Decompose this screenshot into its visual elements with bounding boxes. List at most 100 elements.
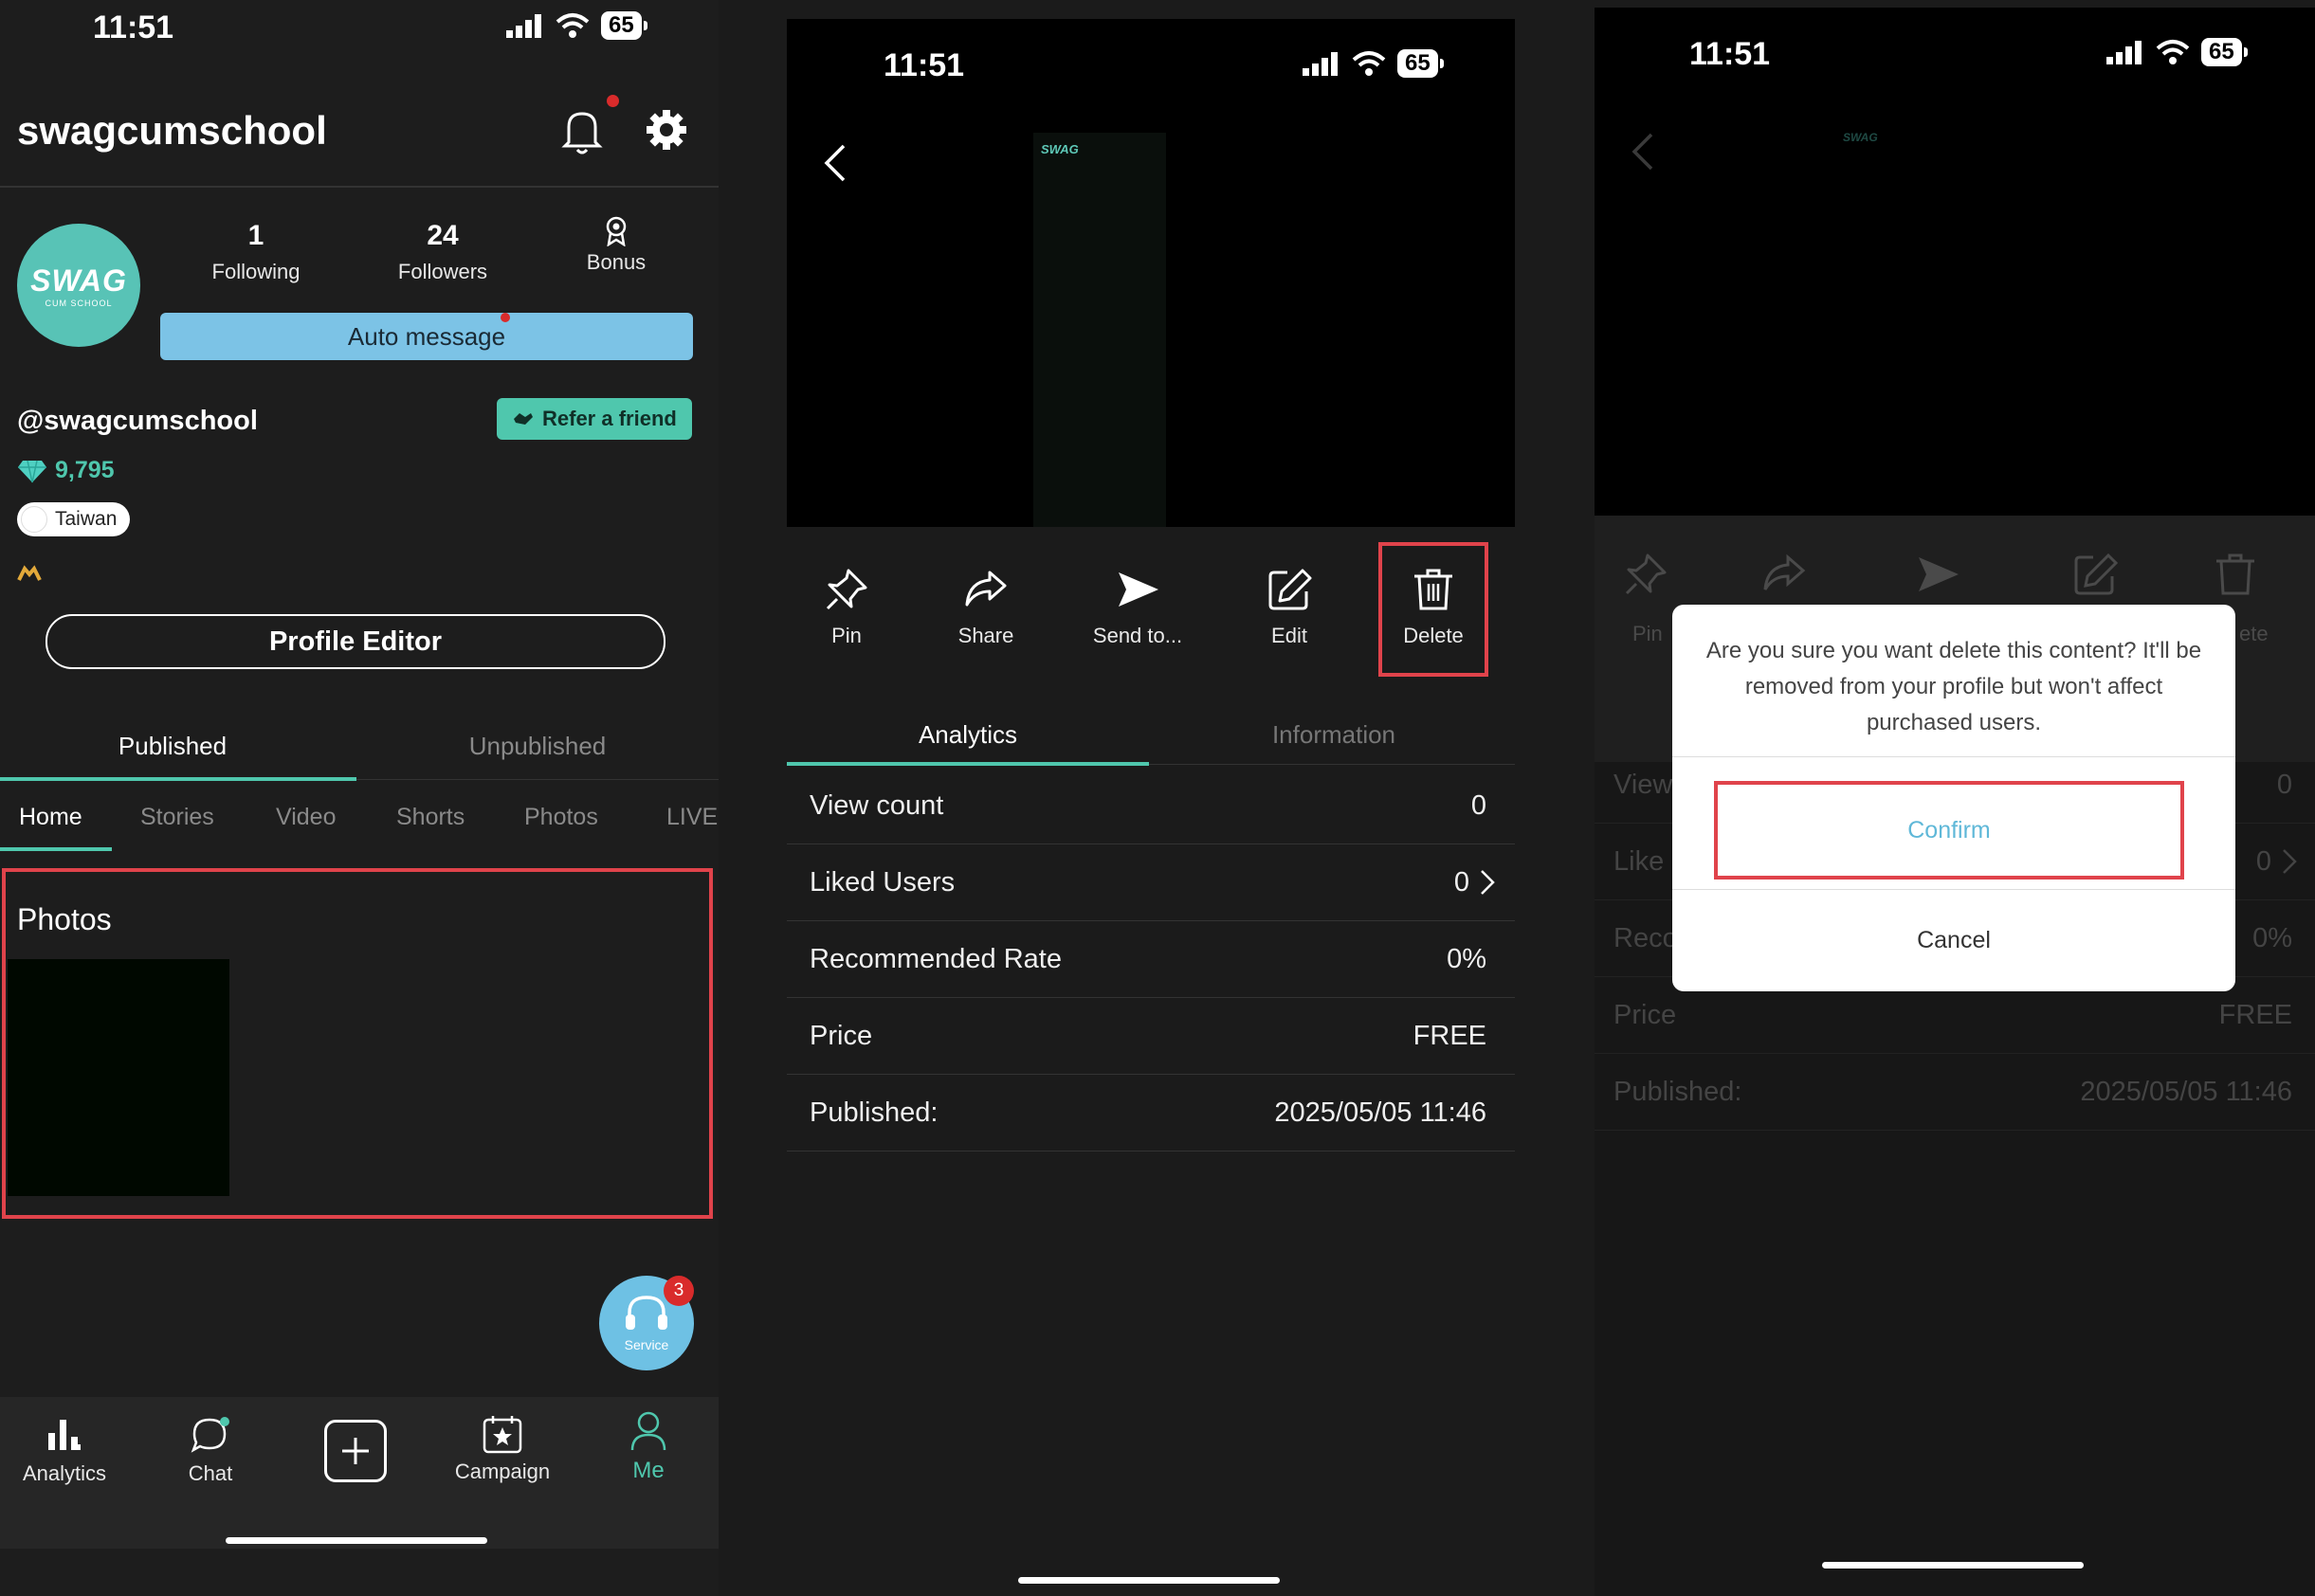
row-value: 2025/05/05 11:46 <box>2080 1076 2292 1107</box>
settings-gear-icon[interactable] <box>645 108 688 152</box>
row-published: Published: 2025/05/05 11:46 <box>787 1075 1515 1152</box>
media-watermark: SWAG <box>1041 142 1079 156</box>
row-liked-users[interactable]: Liked Users 0 <box>787 844 1515 921</box>
auto-message-button[interactable]: Auto message <box>160 313 693 360</box>
nav-analytics[interactable]: Analytics <box>17 1416 112 1486</box>
diamond-icon <box>18 460 46 482</box>
chevron-right-icon <box>2283 849 2297 874</box>
avatar-logo-subtext: CUM SCHOOL <box>45 298 113 308</box>
home-indicator <box>1822 1562 2084 1569</box>
content-detail-screen: SWAG 11:51 65 Pin Share Send to... Edit … <box>787 19 1515 1596</box>
pin-label: Pin <box>1632 622 1663 645</box>
tab-unpublished[interactable]: Unpublished <box>370 732 705 761</box>
row-price: Price FREE <box>787 998 1515 1075</box>
bonus-label: Bonus <box>586 250 647 274</box>
published-tab-indicator <box>0 777 356 781</box>
tab-published[interactable]: Published <box>0 732 345 761</box>
following-count: 1 <box>247 220 264 251</box>
subtab-shorts[interactable]: Shorts <box>396 804 465 831</box>
send-to-action[interactable]: Send to... <box>1071 567 1204 648</box>
subtab-home[interactable]: Home <box>19 804 82 831</box>
bottom-nav: Analytics Chat Campaign Me <box>0 1397 719 1549</box>
edit-label: Edit <box>1271 624 1307 647</box>
row-label: Published: <box>810 1097 939 1128</box>
share-action[interactable]: Share <box>929 567 1043 648</box>
dialog-divider <box>1672 756 2235 757</box>
row-value: FREE <box>1413 1020 1486 1051</box>
send-icon <box>1915 552 1960 597</box>
nav-add-button[interactable] <box>324 1420 387 1482</box>
row-recommended-rate: Recommended Rate 0% <box>787 921 1515 998</box>
nav-chat[interactable]: Chat <box>163 1416 258 1486</box>
row-label: View <box>1613 769 1673 800</box>
delete-label: Delete <box>1403 624 1464 647</box>
nav-campaign[interactable]: Campaign <box>446 1414 559 1484</box>
add-square-icon <box>342 1438 369 1464</box>
user-handle: @swagcumschool <box>17 406 258 436</box>
home-indicator <box>226 1537 487 1544</box>
subtab-stories[interactable]: Stories <box>140 804 214 831</box>
nav-analytics-label: Analytics <box>22 1461 107 1485</box>
back-chevron-icon[interactable] <box>821 142 849 184</box>
wifi-icon <box>1352 51 1386 76</box>
row-value: 0% <box>1447 943 1486 974</box>
stat-followers[interactable]: 24 Followers <box>376 220 509 284</box>
medal-icon <box>606 216 627 246</box>
row-value: 0 <box>2255 845 2271 877</box>
refer-friend-button[interactable]: Refer a friend <box>497 398 692 440</box>
nav-chat-label: Chat <box>188 1461 233 1485</box>
home-indicator <box>1018 1577 1280 1584</box>
pin-icon <box>826 569 867 610</box>
delete-action[interactable]: Delete <box>1382 567 1485 648</box>
nav-campaign-label: Campaign <box>454 1460 551 1483</box>
notification-dot <box>607 95 619 107</box>
person-icon <box>630 1411 666 1451</box>
stat-bonus[interactable]: Bonus <box>550 216 683 275</box>
send-icon <box>1119 572 1158 607</box>
auto-message-dot <box>501 313 510 322</box>
dialog-divider <box>1672 889 2235 890</box>
row-published: Published: 2025/05/05 11:46 <box>1595 1054 2315 1131</box>
edit-action[interactable]: Edit <box>1242 567 1337 648</box>
media-watermark: SWAG <box>1843 131 1878 144</box>
profile-screen: 11:51 65 swagcumschool SWAG CUM SCHOOL 1… <box>0 0 719 1596</box>
row-value: FREE <box>2218 999 2292 1030</box>
photo-thumbnail[interactable] <box>8 959 229 1196</box>
diamond-balance[interactable]: 9,795 <box>17 457 115 484</box>
status-icons: 65 <box>506 11 647 40</box>
tab-information[interactable]: Information <box>1153 720 1515 750</box>
service-label: Service <box>624 1337 669 1352</box>
calendar-star-icon <box>483 1416 522 1454</box>
trash-icon <box>1414 569 1452 610</box>
notification-bell-icon[interactable] <box>559 106 605 155</box>
service-badge: 3 <box>664 1276 694 1306</box>
wifi-icon <box>556 13 590 38</box>
row-label: Price <box>1613 999 1677 1030</box>
nav-me[interactable]: Me <box>601 1410 696 1484</box>
share-arrow-icon <box>965 571 1007 607</box>
bar-chart-icon <box>48 1420 81 1450</box>
cancel-button[interactable]: Cancel <box>1672 891 2235 989</box>
avatar[interactable]: SWAG CUM SCHOOL <box>17 224 140 347</box>
subtab-photos[interactable]: Photos <box>524 804 598 831</box>
edit-icon <box>1268 569 1312 610</box>
row-label: Recommended Rate <box>810 943 1062 974</box>
signal-icon <box>2106 41 2142 64</box>
share-arrow-icon <box>1761 552 1807 597</box>
tab-analytics[interactable]: Analytics <box>787 720 1149 750</box>
status-time: 11:51 <box>884 47 965 83</box>
confirm-button[interactable]: Confirm <box>1714 781 2184 880</box>
back-chevron-icon <box>1629 131 1657 172</box>
pin-action[interactable]: Pin <box>794 567 899 648</box>
row-label: View count <box>810 789 944 821</box>
subtab-live[interactable]: LIVE <box>666 804 718 831</box>
pin-icon <box>1623 552 1668 597</box>
profile-editor-button[interactable]: Profile Editor <box>46 614 665 669</box>
stat-following[interactable]: 1 Following <box>190 220 322 284</box>
edit-icon <box>2072 552 2118 597</box>
handshake-icon <box>514 413 533 425</box>
diamond-count: 9,795 <box>55 457 115 483</box>
subtab-video[interactable]: Video <box>276 804 337 831</box>
avatar-logo-text: SWAG <box>30 263 127 298</box>
home-subtab-indicator <box>0 847 112 851</box>
